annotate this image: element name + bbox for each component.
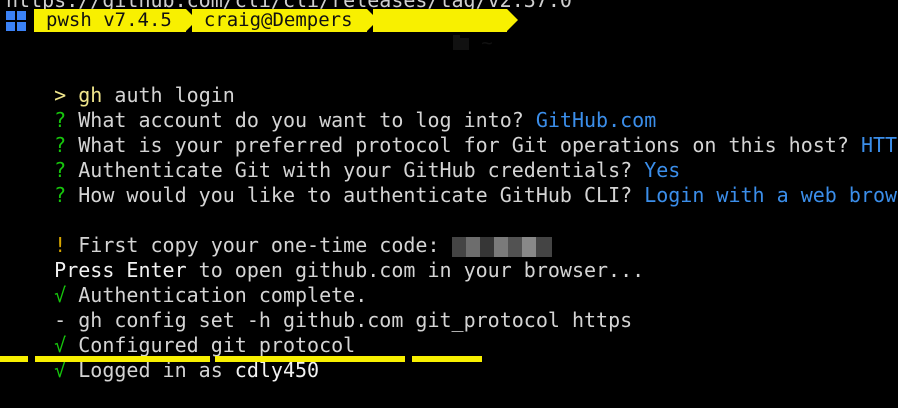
terminal-window[interactable]: https://github.com/cli/cli/releases/tag/… [0,0,898,382]
folder-icon [453,35,470,50]
output-line: - gh config set -h github.com git_protoc… [54,308,633,332]
question-line: ? Authenticate Git with your GitHub cred… [54,158,681,182]
prompt-bar: pwsh v7.4.5 craig@Dempers ~ [0,9,518,54]
question-line: ? What is your preferred protocol for Gi… [54,133,898,157]
prompt-shell-segment: pwsh v7.4.5 [34,9,197,32]
success-line: √ Logged in as cdly450 [54,358,320,382]
success-line: √ Authentication complete. [54,283,368,307]
question-line: ? What account do you want to log into? … [54,108,657,132]
warning-line: ! First copy your one-time code: [6,208,552,257]
instruction-line: Press Enter to open github.com in your b… [54,258,645,282]
success-line: √ Configured git protocol [54,333,356,357]
question-line: ? How would you like to authenticate Git… [54,183,898,207]
next-prompt-strip [0,356,898,362]
prompt-path-segment: ~ [372,9,518,54]
command-line: > gh auth login [54,83,235,107]
windows-icon [6,10,26,31]
prompt-user-segment: craig@Dempers [191,9,378,32]
